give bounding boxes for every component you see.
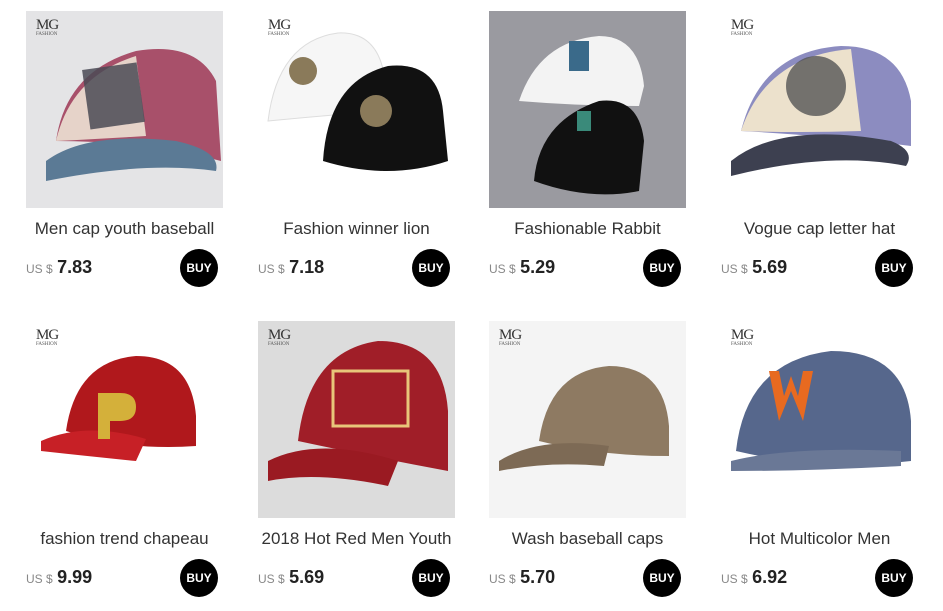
brand-logo: MG FASHION	[731, 17, 754, 37]
currency-label: US $	[721, 262, 748, 276]
product-card[interactable]: MG FASHION Vogue cap letter hat US $ 5.69…	[721, 11, 918, 287]
brand-logo: MG FASHION	[499, 327, 522, 347]
product-image[interactable]: MG FASHION	[258, 11, 455, 208]
brand-logo: MG FASHION	[36, 327, 59, 347]
product-card[interactable]: MG FASHION Fashion winner lion US $ 7.18 …	[258, 11, 455, 287]
currency-label: US $	[489, 262, 516, 276]
price-value: 9.99	[57, 567, 93, 587]
buy-button[interactable]: BUY	[643, 249, 681, 287]
product-price: US $ 9.99	[26, 567, 92, 588]
buy-button[interactable]: BUY	[180, 249, 218, 287]
product-price: US $ 6.92	[721, 567, 787, 588]
price-value: 6.92	[752, 567, 788, 587]
product-card[interactable]: MG FASHION 2018 Hot Red Men Youth US $ 5.…	[258, 321, 455, 597]
price-value: 5.70	[520, 567, 556, 587]
product-title[interactable]: Wash baseball caps	[479, 529, 696, 549]
price-value: 7.83	[57, 257, 93, 277]
product-price: US $ 5.69	[258, 567, 324, 588]
buy-button[interactable]: BUY	[875, 559, 913, 597]
product-title[interactable]: Hot Multicolor Men	[711, 529, 928, 549]
product-price: US $ 7.18	[258, 257, 324, 278]
brand-logo: MG FASHION	[268, 327, 291, 347]
product-card[interactable]: MG FASHION Hot Multicolor Men US $ 6.92 B…	[721, 321, 918, 597]
product-price: US $ 5.69	[721, 257, 787, 278]
price-value: 5.69	[289, 567, 325, 587]
price-value: 7.18	[289, 257, 325, 277]
buy-button[interactable]: BUY	[643, 559, 681, 597]
buy-button[interactable]: BUY	[180, 559, 218, 597]
buy-button[interactable]: BUY	[412, 249, 450, 287]
brand-logo: MG FASHION	[36, 17, 59, 37]
product-price: US $ 5.29	[489, 257, 555, 278]
buy-button[interactable]: BUY	[875, 249, 913, 287]
product-image[interactable]	[489, 11, 686, 208]
brand-logo: MG FASHION	[268, 17, 291, 37]
currency-label: US $	[721, 572, 748, 586]
price-value: 5.69	[752, 257, 788, 277]
product-image[interactable]: MG FASHION	[721, 321, 918, 518]
product-image[interactable]: MG FASHION	[26, 321, 223, 518]
product-title[interactable]: fashion trend chapeau	[16, 529, 233, 549]
product-title[interactable]: 2018 Hot Red Men Youth	[248, 529, 465, 549]
product-card[interactable]: Fashionable Rabbit US $ 5.29 BUY	[489, 11, 686, 287]
price-value: 5.29	[520, 257, 556, 277]
buy-button[interactable]: BUY	[412, 559, 450, 597]
product-card[interactable]: MG FASHION Men cap youth baseball US $ 7.…	[26, 11, 223, 287]
product-image[interactable]: MG FASHION	[258, 321, 455, 518]
product-title[interactable]: Fashionable Rabbit	[479, 219, 696, 239]
product-image[interactable]: MG FASHION	[489, 321, 686, 518]
currency-label: US $	[26, 572, 53, 586]
product-title[interactable]: Fashion winner lion	[248, 219, 465, 239]
product-image[interactable]: MG FASHION	[26, 11, 223, 208]
product-card[interactable]: MG FASHION fashion trend chapeau US $ 9.9…	[26, 321, 223, 597]
product-title[interactable]: Vogue cap letter hat	[711, 219, 928, 239]
product-card[interactable]: MG FASHION Wash baseball caps US $ 5.70 B…	[489, 321, 686, 597]
currency-label: US $	[258, 572, 285, 586]
product-price: US $ 5.70	[489, 567, 555, 588]
currency-label: US $	[258, 262, 285, 276]
product-title[interactable]: Men cap youth baseball	[16, 219, 233, 239]
product-price: US $ 7.83	[26, 257, 92, 278]
brand-logo: MG FASHION	[731, 327, 754, 347]
currency-label: US $	[489, 572, 516, 586]
currency-label: US $	[26, 262, 53, 276]
product-image[interactable]: MG FASHION	[721, 11, 918, 208]
